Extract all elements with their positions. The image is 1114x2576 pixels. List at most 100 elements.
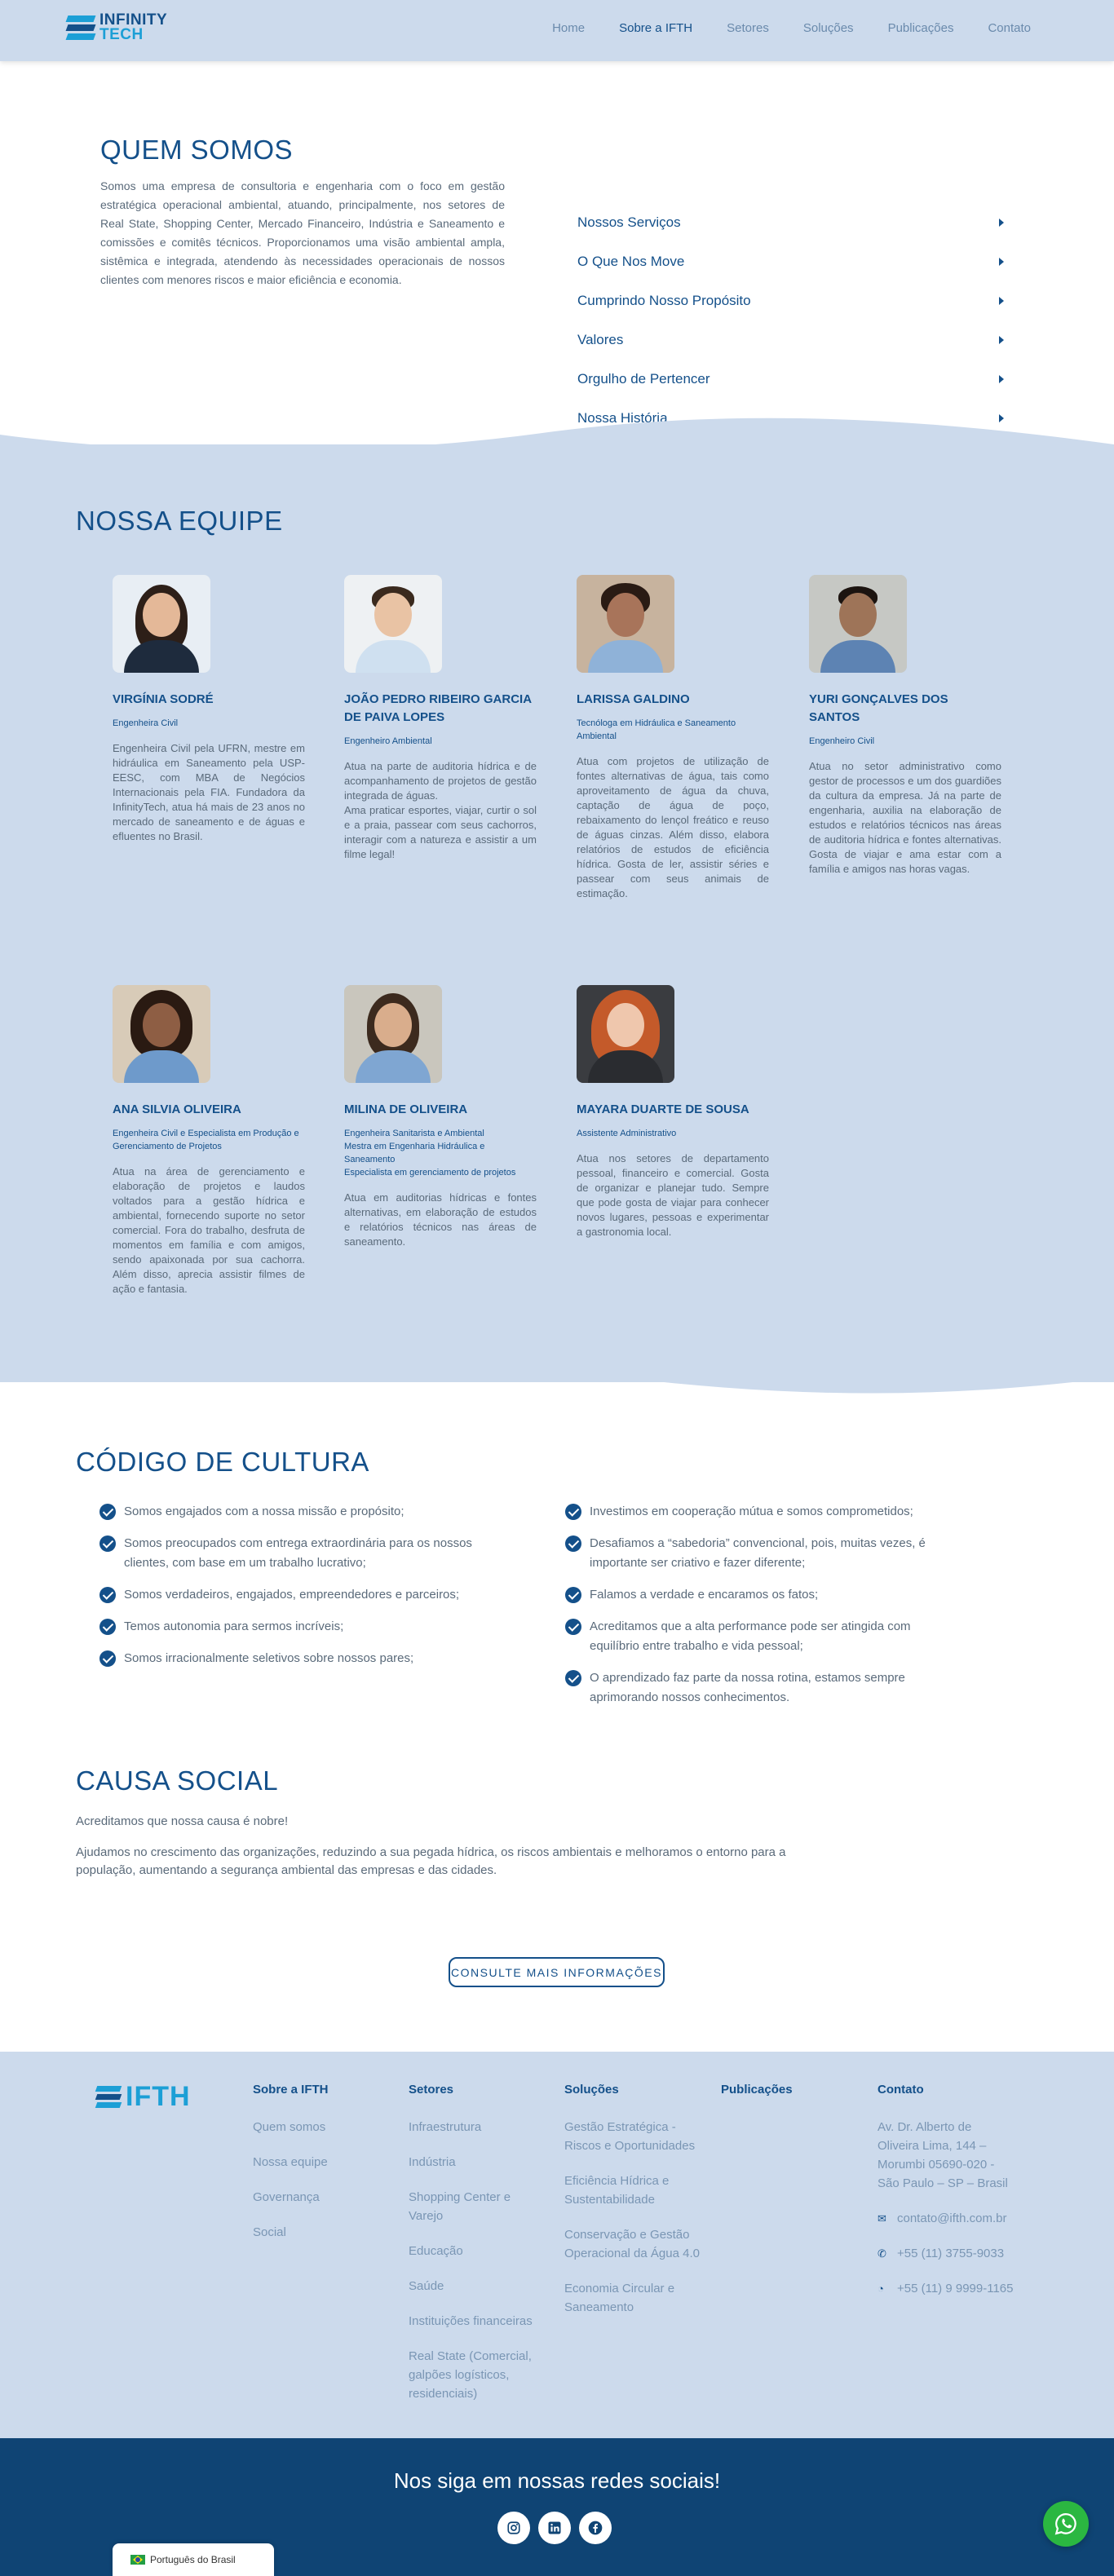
quem-somos-title: QUEM SOMOS (100, 135, 294, 165)
team-member-card: YURI GONÇALVES DOS SANTOS Engenheiro Civ… (809, 575, 1001, 877)
footer-email-row[interactable]: ✉ contato@ifth.com.br (877, 2209, 1016, 2228)
member-role: Engenheira Civil e Especialista em Produ… (113, 1129, 299, 1151)
footer-link[interactable]: Governança (253, 2188, 383, 2207)
causa-title: CAUSA SOCIAL (76, 1765, 279, 1796)
nav-contato[interactable]: Contato (988, 21, 1031, 35)
more-info-button[interactable]: CONSULTE MAIS INFORMAÇÕES (449, 1957, 665, 1987)
nav-publicacoes[interactable]: Publicações (888, 21, 954, 35)
instagram-icon[interactable] (497, 2512, 530, 2544)
facebook-icon[interactable] (579, 2512, 612, 2544)
footer-link[interactable]: Conservação e Gestão Operacional da Água… (564, 2225, 703, 2263)
footer-link[interactable]: Nossa equipe (253, 2153, 383, 2172)
footer-link[interactable]: Quem somos (253, 2118, 383, 2136)
linkedin-icon[interactable] (538, 2512, 571, 2544)
footer-link[interactable]: Gestão Estratégica - Riscos e Oportunida… (564, 2118, 703, 2155)
footer-phone-row[interactable]: ✆ +55 (11) 3755-9033 (877, 2244, 1016, 2263)
whatsapp-icon: ◔ (877, 2282, 884, 2295)
check-circle-icon (565, 1504, 581, 1520)
values-accordion: Nossos Serviços O Que Nos Move Cumprindo… (577, 203, 1004, 438)
footer-link[interactable]: Saúde (409, 2277, 539, 2295)
logo-mark-icon (65, 14, 96, 42)
whatsapp-icon (1054, 2512, 1076, 2535)
cultura-item: Investimos em cooperação mútua e somos c… (565, 1502, 948, 1522)
footer-whatsapp-row[interactable]: ◔ +55 (11) 9 9999-1165 (877, 2279, 1016, 2298)
site-header: INFINITY TECH Home Sobre a IFTH Setores … (0, 0, 1114, 61)
member-description: Atua em auditorias hídricas e fontes alt… (344, 1191, 537, 1248)
member-photo (809, 575, 907, 673)
member-description: Atua no setor administrativo como gestor… (809, 760, 1001, 875)
cultura-item: Somos engajados com a nossa missão e pro… (99, 1502, 491, 1522)
quem-somos-text: Somos uma empresa de consultoria e engen… (100, 179, 505, 286)
footer-col-title: Sobre a IFTH (253, 2083, 329, 2097)
member-role: Tecnóloga em Hidráulica e Saneamento Amb… (577, 718, 736, 741)
footer-col-title: Contato (877, 2083, 924, 2097)
footer-col-title: Setores (409, 2083, 454, 2097)
member-name: JOÃO PEDRO RIBEIRO GARCIA DE PAIVA LOPES (344, 692, 532, 724)
accordion-label: O Que Nos Move (577, 254, 685, 269)
cultura-item: Acreditamos que a alta performance pode … (565, 1617, 948, 1656)
language-label: Português do Brasil (150, 2554, 236, 2565)
nav-home[interactable]: Home (552, 21, 585, 35)
member-photo (577, 575, 674, 673)
member-name: ANA SILVIA OLIVEIRA (113, 1102, 241, 1116)
footer-whatsapp: +55 (11) 9 9999-1165 (897, 2282, 1014, 2295)
social-icons (497, 2512, 612, 2544)
accordion-item-move[interactable]: O Que Nos Move (577, 242, 1004, 281)
cultura-item: Somos preocupados com entrega extraordin… (99, 1534, 491, 1573)
footer-logo[interactable]: IFTH (95, 2081, 191, 2113)
footer-link[interactable]: Shopping Center e Varejo (409, 2188, 539, 2225)
team-member-card: LARISSA GALDINO Tecnóloga em Hidráulica … (577, 575, 769, 901)
page: INFINITY TECH Home Sobre a IFTH Setores … (0, 0, 1114, 2576)
member-description: Atua com projetos de utilização de fonte… (577, 755, 769, 899)
language-selector[interactable]: Português do Brasil (113, 2543, 274, 2576)
nav-solucoes[interactable]: Soluções (803, 21, 854, 35)
accordion-label: Valores (577, 332, 624, 347)
caret-right-icon (999, 336, 1004, 344)
member-role: Engenheiro Ambiental (344, 736, 432, 746)
phone-icon: ✆ (877, 2247, 886, 2260)
caret-right-icon (999, 375, 1004, 383)
member-photo (344, 575, 442, 673)
footer-link[interactable]: Infraestrutura (409, 2118, 539, 2136)
footer-link[interactable]: Social (253, 2223, 383, 2242)
equipe-section: NOSSA EQUIPE VIRGÍNIA SODRÉ Engenheira C… (0, 418, 1114, 1394)
envelope-icon: ✉ (877, 2212, 886, 2225)
nav-sobre[interactable]: Sobre a IFTH (619, 21, 692, 35)
whatsapp-float-button[interactable] (1043, 2501, 1089, 2547)
footer-col-solucoes: Soluções Gestão Estratégica - Riscos e O… (564, 2083, 703, 2333)
cultura-title: CÓDIGO DE CULTURA (76, 1447, 369, 1477)
accordion-item-orgulho[interactable]: Orgulho de Pertencer (577, 360, 1004, 399)
footer-col-title[interactable]: Publicações (721, 2083, 851, 2097)
footer-col-title: Soluções (564, 2083, 619, 2097)
cultura-item: Somos verdadeiros, engajados, empreended… (99, 1585, 491, 1605)
accordion-item-valores[interactable]: Valores (577, 320, 1004, 360)
footer-link[interactable]: Real State (Comercial, galpões logístico… (409, 2347, 539, 2403)
check-circle-icon (99, 1619, 116, 1635)
nav-setores[interactable]: Setores (727, 21, 769, 35)
check-circle-icon (99, 1535, 116, 1552)
main-nav: Home Sobre a IFTH Setores Soluções Publi… (552, 21, 1031, 35)
footer-link[interactable]: Educação (409, 2242, 539, 2260)
footer-link[interactable]: Eficiência Hídrica e Sustentabilidade (564, 2172, 703, 2209)
accordion-item-proposito[interactable]: Cumprindo Nosso Propósito (577, 281, 1004, 320)
footer-link[interactable]: Economia Circular e Saneamento (564, 2279, 703, 2317)
causa-lead: Acreditamos que nossa causa é nobre! (76, 1814, 289, 1828)
footer-link[interactable]: Instituições financeiras (409, 2312, 539, 2331)
member-name: MILINA DE OLIVEIRA (344, 1102, 468, 1116)
logo-mark-icon (95, 2085, 122, 2110)
accordion-label: Nossos Serviços (577, 214, 681, 230)
member-photo (113, 985, 210, 1083)
team-member-card: JOÃO PEDRO RIBEIRO GARCIA DE PAIVA LOPES… (344, 575, 537, 862)
member-role: Assistente Administrativo (577, 1129, 677, 1138)
footer-link[interactable]: Indústria (409, 2153, 539, 2172)
member-role: Engenheira Civil (113, 718, 179, 728)
cultura-item: O aprendizado faz parte da nossa rotina,… (565, 1668, 948, 1708)
member-name: LARISSA GALDINO (577, 692, 690, 706)
accordion-item-servicos[interactable]: Nossos Serviços (577, 203, 1004, 242)
wave-divider-top (0, 418, 1114, 461)
caret-right-icon (999, 219, 1004, 227)
accordion-label: Orgulho de Pertencer (577, 371, 710, 387)
site-footer: IFTH Sobre a IFTH Quem somos Nossa equip… (0, 2052, 1114, 2438)
site-logo[interactable]: INFINITY TECH (65, 12, 167, 42)
member-photo (344, 985, 442, 1083)
